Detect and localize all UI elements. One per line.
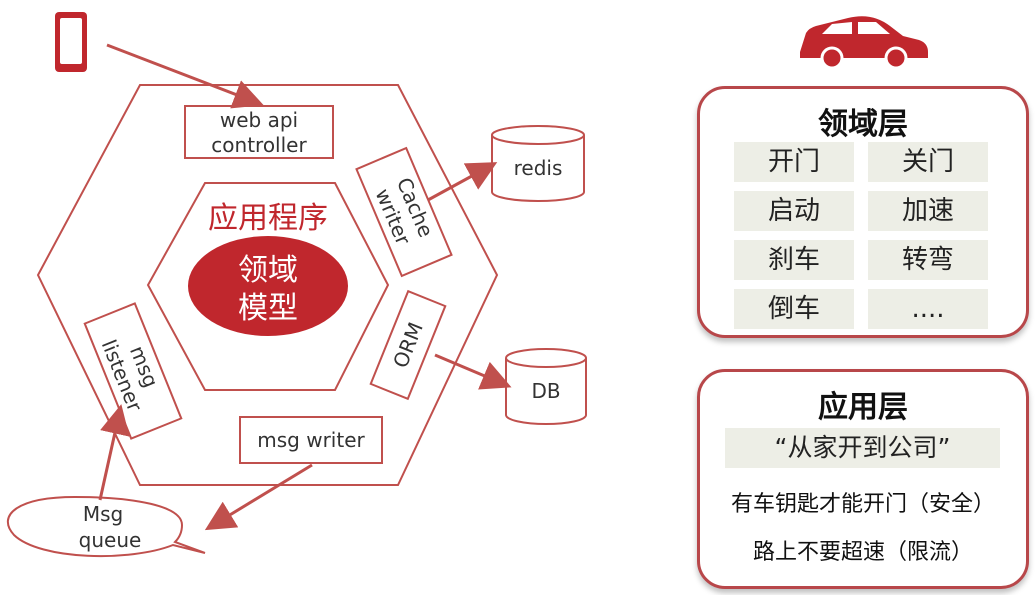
redis-database: redis <box>491 125 585 202</box>
operation-cell: 转弯 <box>868 240 988 280</box>
mobile-phone-icon <box>55 12 87 72</box>
operation-cell: 刹车 <box>734 240 854 280</box>
operation-cell: 启动 <box>734 191 854 231</box>
scenario-box: “从家开到公司” <box>725 428 1000 468</box>
domain-layer-title: 领域层 <box>818 107 908 142</box>
db-database: DB <box>505 348 587 425</box>
operation-cell: 关门 <box>868 142 988 182</box>
msg-writer-label: msg writer <box>257 428 365 452</box>
web-api-label-line1: web api <box>220 108 298 132</box>
msg-queue-line2: queue <box>79 528 142 552</box>
app-layer-label: 应用程序 <box>208 201 328 236</box>
operation-cell: 加速 <box>868 191 988 231</box>
rule-text: 路上不要超速（限流） <box>752 540 973 565</box>
operation-cell: 开门 <box>734 142 854 182</box>
application-layer-panel: 应用层 “从家开到公司” 有车钥匙才能开门（安全） 路上不要超速（限流） <box>697 369 1029 589</box>
operation-cell: 倒车 <box>734 289 854 329</box>
car-icon <box>800 16 928 70</box>
application-layer-title: 应用层 <box>818 390 908 425</box>
redis-label: redis <box>514 156 563 180</box>
msg-queue-line1: Msg <box>83 502 123 526</box>
domain-layer-panel: 领域层 开门 关门 启动 加速 刹车 转弯 倒车 .... <box>697 86 1029 338</box>
core-label-line2: 模型 <box>238 291 298 326</box>
db-label: DB <box>531 379 560 403</box>
web-api-label-line2: controller <box>211 133 307 157</box>
operation-cell: .... <box>868 289 988 329</box>
rule-text: 有车钥匙才能开门（安全） <box>730 492 995 517</box>
core-label-line1: 领域 <box>238 253 298 288</box>
domain-operations-grid: 开门 关门 启动 加速 刹车 转弯 倒车 .... <box>734 142 988 329</box>
